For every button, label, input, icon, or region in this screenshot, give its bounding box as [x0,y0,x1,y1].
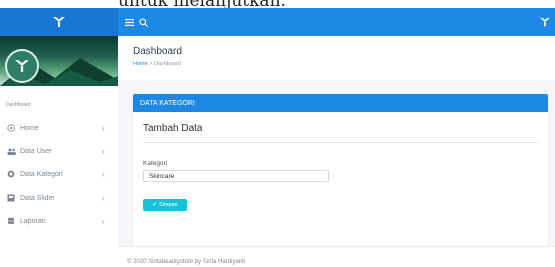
kategori-label: Kategori [143,160,168,167]
save-button[interactable]: ✔ Simpan [143,199,187,211]
home-icon [6,124,16,132]
avatar[interactable] [5,49,39,83]
kategori-card: DATA KATEGORI Tambah Data Kategori Skinc… [133,94,548,252]
search-icon[interactable] [139,8,148,36]
card-subtitle: Tambah Data [143,123,203,134]
logo-icon [53,17,65,27]
chevron-left-icon: ‹ [102,146,105,156]
tag-icon [6,170,16,178]
breadcrumb-home-link[interactable]: Home [133,61,148,67]
avatar-logo-icon [15,60,29,72]
check-icon: ✔ [152,202,157,208]
footer: © 2020 Sintabeautystore by Sinta Hardiya… [118,246,555,267]
main-content: Dashboard Home > Dashboard DATA KATEGORI… [118,36,555,267]
sidebar-item-laporan[interactable]: Laporan ‹ [0,213,118,229]
sidebar-item-data-slider[interactable]: Data Slider ‹ [0,190,118,206]
image-icon [6,194,16,202]
top-navbar [0,8,555,36]
breadcrumb: Home > Dashboard [133,61,181,67]
page-title: Dashboard [133,46,182,57]
sidebar-item-label: Data Slider [20,194,55,202]
sidebar-item-data-kategori[interactable]: Data Kategori ‹ [0,166,118,182]
brand-logo[interactable] [0,8,118,36]
sidebar-item-data-user[interactable]: Data User ‹ [0,143,118,159]
sidebar-item-label: Laporan [20,217,46,225]
sidebar-item-label: Data Kategori [20,170,63,178]
profile-banner [0,36,118,86]
sidebar-item-label: Data User [20,147,52,155]
users-icon [6,148,16,155]
report-icon [6,217,16,225]
chevron-left-icon: ‹ [102,123,105,133]
card-header: DATA KATEGORI [133,94,548,112]
page-header: Dashboard Home > Dashboard [118,36,555,80]
user-logo-icon[interactable] [539,8,551,36]
sidebar-item-label: Home [20,124,39,132]
caption-text: untuk melanjutkan. [118,0,286,11]
chevron-left-icon: ‹ [102,169,105,179]
kategori-input[interactable]: Skincare [143,170,329,182]
breadcrumb-separator: > [149,61,153,67]
sidebar-section-header: Dashboard [6,102,31,108]
hamburger-icon[interactable] [125,8,134,36]
footer-text: © 2020 Sintabeautystore by Sinta Hardiya… [127,259,246,265]
breadcrumb-current: Dashboard [153,61,181,67]
sidebar-item-home[interactable]: Home ‹ [0,120,118,136]
sidebar: Dashboard Home ‹ Data User ‹ Data Katego… [0,36,119,266]
chevron-left-icon: ‹ [102,193,105,203]
save-button-label: Simpan [158,202,178,208]
chevron-left-icon: ‹ [102,216,105,226]
divider [143,142,539,143]
